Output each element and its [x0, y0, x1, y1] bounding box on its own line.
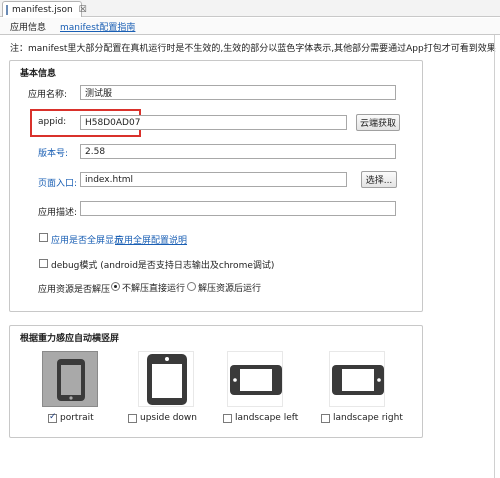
- landscape-right-checkbox[interactable]: [321, 414, 330, 423]
- app-description-label: 应用描述:: [38, 208, 78, 218]
- fullscreen-checkbox[interactable]: [39, 233, 48, 242]
- orientation-title: 根据重力感应自动横竖屏: [20, 334, 120, 344]
- phone-landscape-left-icon: [230, 365, 282, 395]
- debug-mode-label: debug模式 (android是否支持日志输出及chrome调试): [51, 261, 275, 271]
- fullscreen-label: 应用是否全屏显示: [51, 236, 124, 246]
- version-label: 版本号:: [38, 149, 69, 159]
- entry-page-label: 页面入口:: [38, 179, 78, 189]
- landscape-right-label: landscape right: [333, 413, 403, 423]
- entry-page-input[interactable]: [80, 172, 347, 187]
- phone-landscape-right-icon: [332, 365, 384, 395]
- manifest-notice: 注：manifest里大部分配置在真机运行时是不生效的,生效的部分以蓝色字体表示…: [10, 44, 496, 54]
- close-tab-icon[interactable]: ☒: [79, 5, 87, 15]
- editor-right-border: [494, 35, 495, 478]
- unzip-direct-label: 不解压直接运行: [122, 284, 186, 294]
- appid-input[interactable]: [80, 115, 347, 130]
- choose-entry-button[interactable]: 选择...: [361, 171, 397, 188]
- manifest-guide-link[interactable]: manifest配置指南: [60, 20, 135, 33]
- phone-portrait-icon: [57, 359, 85, 401]
- editor-tab-title: manifest.json: [12, 4, 73, 15]
- unzip-resources-label: 应用资源是否解压: [38, 285, 111, 295]
- portrait-label: portrait: [60, 413, 94, 423]
- editor-tab-bar: manifest.json ☒: [0, 0, 500, 17]
- editor-tab-manifest[interactable]: manifest.json ☒: [2, 1, 87, 17]
- unzip-extract-label: 解压资源后运行: [198, 284, 262, 294]
- manifest-subtabs: 应用信息 manifest配置指南: [0, 18, 500, 35]
- app-description-input[interactable]: [80, 201, 396, 216]
- landscape-left-checkbox[interactable]: [223, 414, 232, 423]
- app-name-label: 应用名称:: [28, 90, 68, 100]
- phone-upside-down-icon: [147, 354, 187, 405]
- upside-down-checkbox[interactable]: [128, 414, 137, 423]
- tab-app-info[interactable]: 应用信息: [10, 20, 46, 33]
- basic-info-title: 基本信息: [20, 69, 57, 79]
- orientation-tile-portrait[interactable]: [42, 351, 98, 407]
- portrait-checkbox[interactable]: [48, 412, 57, 423]
- upside-down-label: upside down: [140, 413, 198, 423]
- json-file-icon: [6, 4, 8, 15]
- landscape-left-label: landscape left: [235, 413, 299, 423]
- unzip-direct-radio[interactable]: [111, 282, 120, 291]
- appid-label: appid:: [38, 117, 67, 127]
- debug-mode-checkbox[interactable]: [39, 259, 48, 268]
- cloud-fetch-button[interactable]: 云端获取: [356, 114, 400, 131]
- orientation-tile-landscape-left[interactable]: [227, 351, 283, 407]
- fullscreen-guide-link[interactable]: 应用全屏配置说明: [115, 233, 187, 246]
- orientation-tile-landscape-right[interactable]: [329, 351, 385, 407]
- orientation-tile-upside-down[interactable]: [138, 351, 194, 407]
- version-input[interactable]: [80, 144, 396, 159]
- app-name-input[interactable]: [80, 85, 396, 100]
- unzip-extract-radio[interactable]: [187, 282, 196, 291]
